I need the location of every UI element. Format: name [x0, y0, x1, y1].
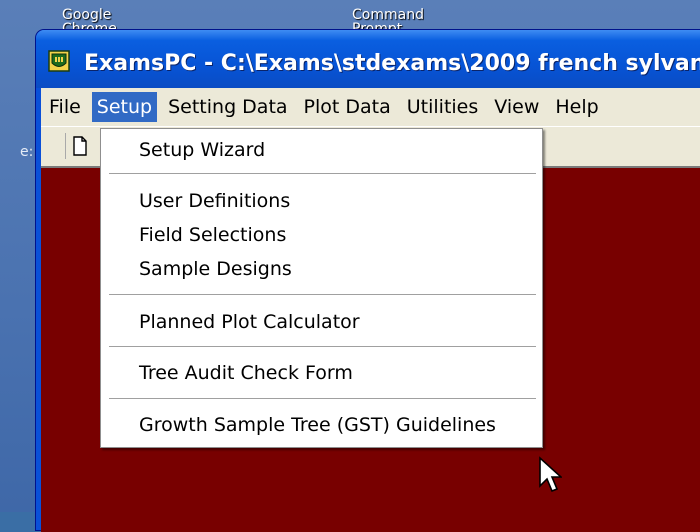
menu-item-planned-plot-calculator[interactable]: Planned Plot Calculator	[101, 307, 542, 337]
menu-item-label: Field Selections	[139, 224, 287, 246]
desktop-side-label: e:	[20, 144, 34, 160]
menu-setting-data[interactable]: Setting Data	[163, 92, 292, 122]
menu-separator	[109, 398, 536, 400]
menu-bar: File Setup Setting Data Plot Data Utilit…	[41, 88, 700, 126]
new-button[interactable]	[65, 133, 92, 159]
menu-item-label: Growth Sample Tree (GST) Guidelines	[139, 414, 496, 436]
title-bar[interactable]: ExamsPC - C:\Exams\stdexams\2009 french …	[36, 30, 700, 88]
menu-item-field-selections[interactable]: Field Selections	[101, 220, 542, 250]
menu-item-user-definitions[interactable]: User Definitions	[101, 186, 542, 216]
menu-help[interactable]: Help	[550, 92, 603, 122]
menu-item-gst-guidelines[interactable]: Growth Sample Tree (GST) Guidelines	[101, 410, 542, 440]
setup-dropdown-menu: Setup Wizard User Definitions Field Sele…	[100, 128, 543, 448]
desktop-shortcut-chrome[interactable]: Google Chrome	[62, 8, 117, 32]
menu-utilities[interactable]: Utilities	[402, 92, 484, 122]
new-document-icon	[73, 136, 87, 156]
menu-separator	[109, 346, 536, 348]
desktop-shortcut-label: Google	[62, 8, 112, 23]
menu-item-label: Planned Plot Calculator	[139, 311, 360, 333]
menu-item-tree-audit-check-form[interactable]: Tree Audit Check Form	[101, 358, 542, 388]
menu-separator	[109, 173, 536, 175]
desktop-shortcut-command-prompt[interactable]: Command Prompt	[352, 8, 424, 32]
window-title: ExamsPC - C:\Exams\stdexams\2009 french …	[84, 51, 700, 76]
usda-forest-service-shield-icon	[48, 50, 70, 72]
menu-view[interactable]: View	[489, 92, 544, 122]
menu-item-label: Tree Audit Check Form	[139, 362, 353, 384]
menu-plot-data[interactable]: Plot Data	[299, 92, 396, 122]
menu-item-setup-wizard[interactable]: Setup Wizard	[101, 135, 542, 165]
menu-item-label: Setup Wizard	[139, 139, 266, 161]
menu-setup[interactable]: Setup	[91, 92, 158, 122]
mouse-cursor-icon	[539, 456, 562, 493]
menu-item-label: User Definitions	[139, 190, 291, 212]
menu-item-sample-designs[interactable]: Sample Designs	[101, 254, 542, 284]
desktop-shortcut-label: Command	[352, 8, 424, 23]
menu-item-label: Sample Designs	[139, 258, 292, 280]
menu-file[interactable]: File	[44, 92, 86, 122]
menu-separator	[109, 294, 536, 296]
